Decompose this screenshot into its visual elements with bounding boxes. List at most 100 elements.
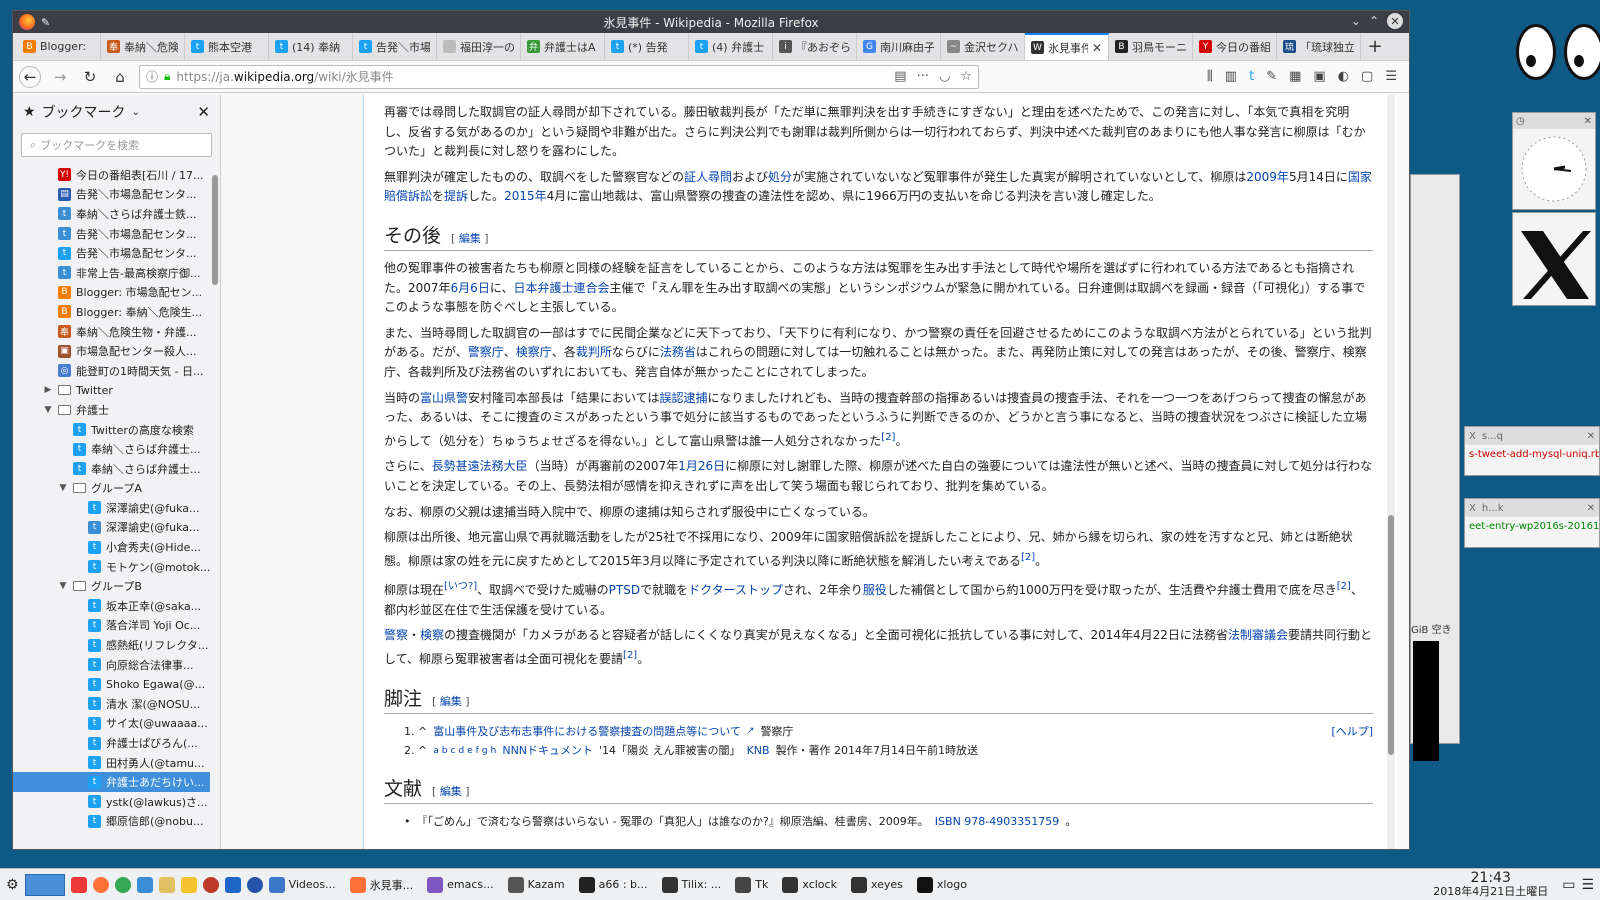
- bookmark-item[interactable]: t 小倉秀夫(@Hide...: [13, 537, 210, 557]
- pin-icon[interactable]: ✎: [41, 16, 50, 29]
- citation-needed-link[interactable]: [いつ?]: [444, 581, 477, 592]
- link[interactable]: 富山県警: [420, 391, 468, 405]
- link[interactable]: ドクターストップ: [688, 583, 783, 597]
- alarm-icon[interactable]: [202, 876, 219, 893]
- note-window-1[interactable]: Xs...q ✕ s-tweet-add-mysql-uniq.rb: [1464, 426, 1600, 476]
- bookmark-folder[interactable]: ▼ グループA: [13, 479, 210, 499]
- taskbar-item[interactable]: xeyes: [850, 876, 903, 893]
- bookmark-item[interactable]: t 清水 潔(@NOSU...: [13, 694, 210, 714]
- bookmark-folder[interactable]: ▶ Twitter: [13, 381, 210, 401]
- reference-link[interactable]: [2]: [623, 650, 637, 661]
- taskbar-item[interactable]: a66 : b...: [578, 876, 648, 893]
- link[interactable]: 日本弁護士連合会: [513, 281, 609, 295]
- link[interactable]: 処分: [768, 170, 792, 184]
- tab-14[interactable]: Y 今日の番組: [1193, 33, 1277, 60]
- bookmark-folder[interactable]: ▼ グループB: [13, 576, 210, 596]
- launcher-icon[interactable]: ⚙︎: [6, 877, 19, 893]
- back-icon[interactable]: ←: [19, 65, 41, 88]
- close-icon[interactable]: ✕: [1587, 503, 1595, 514]
- tab-8[interactable]: t (4) 弁護士: [689, 33, 773, 60]
- bookmark-item[interactable]: t 郷原信郎(@nobu...: [13, 812, 210, 832]
- taskbar-item[interactable]: 氷見事...: [349, 876, 413, 893]
- tab-9[interactable]: i 『あおぞら: [773, 33, 857, 60]
- taskbar-item[interactable]: Tk: [735, 876, 768, 893]
- chevron-right-icon[interactable]: ▶: [43, 385, 53, 395]
- bookmark-item[interactable]: t 弁護士ぱびろん(...: [13, 733, 210, 753]
- menu-icon[interactable]: ☰: [1385, 69, 1397, 84]
- backlinks[interactable]: a b c d e f g h: [433, 741, 496, 760]
- notes-icon[interactable]: [180, 876, 197, 893]
- bookmark-item[interactable]: t 奉納＼さらば弁護士...: [13, 439, 210, 459]
- bookmark-item[interactable]: ▣ 市場急配センター殺人...: [13, 341, 210, 361]
- bookmark-item[interactable]: t 深澤諭史(@fuka...: [13, 518, 210, 538]
- tab-15[interactable]: 琉「琉球独立: [1277, 33, 1361, 60]
- bookmark-item[interactable]: t 坂本正幸(@saka...: [13, 596, 210, 616]
- link[interactable]: PTSD: [609, 583, 640, 597]
- info-icon[interactable]: ⓘ: [146, 68, 158, 85]
- forward-icon[interactable]: →: [49, 66, 71, 88]
- xclock-window[interactable]: ◷ ✕: [1512, 112, 1596, 210]
- link[interactable]: 検察: [420, 628, 444, 642]
- tab-3[interactable]: t (14) 奉納: [269, 33, 353, 60]
- bookmark-search-input[interactable]: ⌕ ブックマークを検索: [21, 133, 212, 157]
- link[interactable]: NNNドキュメント: [502, 741, 593, 760]
- taskbar-item[interactable]: Tilix: ...: [661, 876, 721, 893]
- star-icon[interactable]: ☆: [960, 69, 972, 84]
- sidebar-scrollbar[interactable]: [212, 175, 218, 285]
- close-icon[interactable]: ✕: [1584, 116, 1592, 127]
- bookmark-item[interactable]: t 田村勇人(@tamu...: [13, 753, 210, 773]
- tab-13[interactable]: B 羽鳥モーニ: [1109, 33, 1193, 60]
- edit-link[interactable]: 編集: [459, 232, 481, 245]
- link[interactable]: 提訴: [444, 189, 468, 203]
- library-icon[interactable]: ⫼: [1207, 69, 1213, 84]
- reader-icon[interactable]: ▤: [894, 69, 906, 84]
- close-tab-icon[interactable]: ✕: [1092, 41, 1102, 55]
- link[interactable]: KNB: [747, 741, 770, 760]
- grid-icon[interactable]: ▦: [1289, 69, 1301, 84]
- bookmark-item[interactable]: t 向原総合法律事...: [13, 655, 210, 675]
- twitter-icon[interactable]: t: [1249, 69, 1254, 84]
- bookmark-item[interactable]: t モトケン(@motok...: [13, 557, 210, 577]
- home-icon[interactable]: ⌂: [109, 66, 131, 88]
- link[interactable]: 証人尋問: [684, 170, 732, 184]
- tab-6[interactable]: 弁弁護士はA: [521, 33, 605, 60]
- bookmark-item[interactable]: t サイ太(@uwaaaa...: [13, 714, 210, 734]
- close-sidebar-icon[interactable]: ✕: [197, 103, 210, 121]
- link[interactable]: 誤認逮捕: [659, 391, 707, 405]
- link[interactable]: 警察庁: [468, 345, 504, 359]
- sidebar-icon[interactable]: ▥: [1225, 69, 1237, 84]
- chrome-icon[interactable]: [114, 876, 131, 893]
- link[interactable]: 警察: [384, 628, 408, 642]
- tab-7[interactable]: t (*) 告発: [605, 33, 689, 60]
- bookmark-item[interactable]: t Twitterの高度な検索: [13, 420, 210, 440]
- xlogo-window[interactable]: [1512, 212, 1596, 306]
- bookmark-item[interactable]: t 奉納＼さらば弁護士鉄...: [13, 204, 210, 224]
- note-window-2[interactable]: Xh...k ✕ eet-entry-wp2016s-201610: [1464, 498, 1600, 548]
- bookmark-item[interactable]: 奉奉納＼危険生物・弁護...: [13, 322, 210, 342]
- page-scrollbar[interactable]: [1387, 95, 1395, 849]
- bookmark-item[interactable]: B Blogger: 奉納＼危険生...: [13, 302, 210, 322]
- bookmark-item[interactable]: t 落合洋司 Yoji Oc...: [13, 616, 210, 636]
- bookmark-item[interactable]: t Shoko Egawa(@...: [13, 674, 210, 694]
- tab-2[interactable]: t 熊本空港: [185, 33, 269, 60]
- link[interactable]: 2009年: [1246, 170, 1289, 184]
- firefox-icon[interactable]: [92, 876, 109, 893]
- tab-12[interactable]: W 氷見事件 ✕: [1025, 33, 1109, 60]
- bookmark-item[interactable]: Y! 今日の番組表[石川 / 17...: [13, 165, 210, 185]
- isbn-link[interactable]: ISBN 978-4903351759: [935, 812, 1059, 831]
- link[interactable]: 富山事件及び志布志事件における警察捜査の問題点等について: [433, 722, 741, 741]
- close-window-icon[interactable]: ✕: [1387, 13, 1403, 29]
- chevron-down-icon[interactable]: ▼: [58, 483, 68, 493]
- chevron-down-icon[interactable]: ▼: [58, 581, 68, 591]
- reference-link[interactable]: [2]: [881, 432, 895, 443]
- bookmark-item[interactable]: B Blogger: 市場急配セン...: [13, 283, 210, 303]
- bookmark-item[interactable]: t 感熱紙(リフレクタ...: [13, 635, 210, 655]
- taskbar-item[interactable]: xlogo: [916, 876, 967, 893]
- link[interactable]: 法務省: [660, 345, 696, 359]
- calendar-icon[interactable]: [224, 876, 241, 893]
- link[interactable]: 1月26日: [678, 459, 725, 473]
- taskbar-item[interactable]: emacs...: [427, 876, 494, 893]
- files-icon[interactable]: [158, 876, 175, 893]
- more-icon[interactable]: ···: [917, 69, 929, 84]
- app-icon[interactable]: [136, 876, 153, 893]
